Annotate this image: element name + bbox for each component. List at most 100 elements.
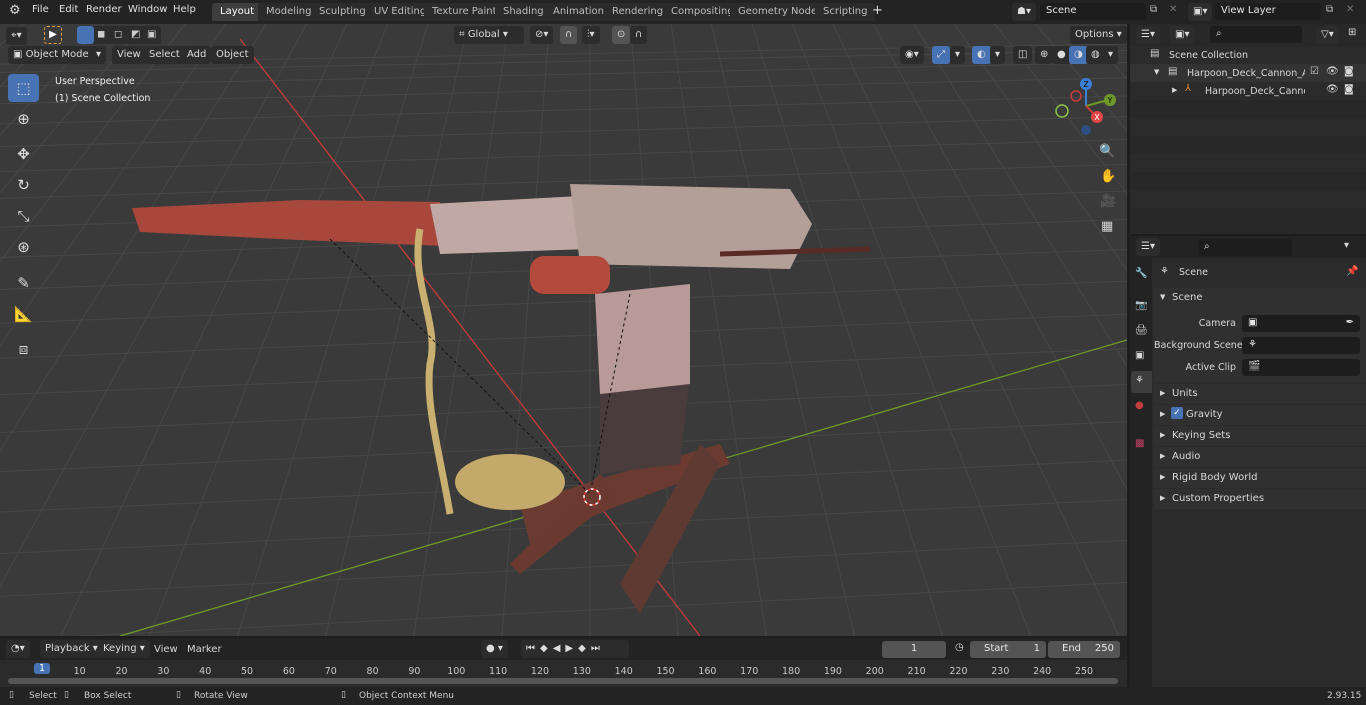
expand-arrow-icon[interactable]: ▶ xyxy=(1172,86,1177,94)
menu-render[interactable]: Render xyxy=(86,4,122,15)
gizmo-dropdown[interactable]: ▾ xyxy=(950,46,966,64)
select-invert-icon[interactable]: ◩ xyxy=(131,29,140,40)
output-tab-icon[interactable]: 🖨 xyxy=(1135,325,1148,336)
gizmo-neg-z[interactable] xyxy=(1081,125,1091,135)
eye-icon[interactable]: 👁 xyxy=(1326,84,1339,95)
properties-search-input[interactable]: ⌕ xyxy=(1198,239,1292,256)
viewport-canvas[interactable] xyxy=(0,24,1127,636)
tab-rendering[interactable]: Rendering xyxy=(604,3,672,21)
outliner-row-object[interactable]: ▶ ⅄ Harpoon_Deck_Cannon_/ 👁 ◙ xyxy=(1130,82,1366,100)
outliner-search-input[interactable]: ⌕ xyxy=(1210,26,1302,43)
zoom-icon[interactable]: 🔍 xyxy=(1099,144,1115,159)
timeline-scrollbar[interactable] xyxy=(8,678,1118,684)
properties-editor-type-icon[interactable]: ☰▾ xyxy=(1136,238,1160,256)
tab-shading[interactable]: Shading xyxy=(495,3,552,21)
tool-transform[interactable]: ⊛ xyxy=(8,233,39,261)
mode-dropdown[interactable]: ▣ Object Mode ▾ xyxy=(8,46,106,64)
add-workspace-button[interactable]: + xyxy=(872,3,883,18)
panel-gravity[interactable]: ▶ ✓ Gravity xyxy=(1154,405,1366,425)
panel-keying-sets[interactable]: ▶ Keying Sets xyxy=(1154,426,1366,446)
eyedropper-icon[interactable]: ✒ xyxy=(1346,317,1354,328)
panel-custom-properties[interactable]: ▶ Custom Properties xyxy=(1154,489,1366,509)
tool-select-box[interactable]: ⬚ xyxy=(8,74,39,102)
overlays-toggle-icon[interactable]: ◐ xyxy=(972,46,991,64)
shading-solid-icon[interactable]: ● xyxy=(1052,46,1071,64)
view-layer-browse-icon[interactable]: ▣▾ xyxy=(1188,3,1213,21)
panel-rigid-body-world[interactable]: ▶ Rigid Body World xyxy=(1154,468,1366,488)
render-tab-icon[interactable]: 📷 xyxy=(1135,300,1147,311)
menu-add[interactable]: Add xyxy=(182,46,212,64)
active-clip-field[interactable]: 🎬 xyxy=(1242,359,1360,376)
tool-add-cube[interactable]: ⧈ xyxy=(8,335,39,363)
gizmo-toggle-icon[interactable]: ⤢ xyxy=(932,46,950,64)
snap-target-dropdown[interactable]: ⫶▾ xyxy=(582,26,600,44)
shading-wireframe-icon[interactable]: ⊕ xyxy=(1035,46,1054,64)
pin-icon[interactable]: 📌 xyxy=(1346,266,1358,277)
scene-name-field[interactable]: Scene xyxy=(1040,3,1146,20)
shading-rendered-icon[interactable]: ◍ xyxy=(1086,46,1105,64)
proportional-edit-icon[interactable]: ⊙ xyxy=(612,26,631,44)
shading-material-icon[interactable]: ◑ xyxy=(1069,46,1088,64)
menu-edit[interactable]: Edit xyxy=(59,4,78,15)
view-layer-tab-icon[interactable]: ▣ xyxy=(1135,350,1144,361)
tool-annotate[interactable]: ✎ xyxy=(8,269,39,297)
gizmo-neg-x[interactable] xyxy=(1070,90,1082,102)
tool-measure[interactable]: 📐 xyxy=(8,300,39,328)
tab-sculpting[interactable]: Sculpting xyxy=(311,3,374,21)
menu-view[interactable]: View xyxy=(112,46,146,64)
tab-layout[interactable]: Layout xyxy=(212,3,262,21)
panel-units[interactable]: ▶ Units xyxy=(1154,384,1366,404)
menu-help[interactable]: Help xyxy=(173,4,196,15)
tool-select-icon[interactable]: ▶ xyxy=(44,26,62,44)
expand-arrow-icon[interactable]: ▼ xyxy=(1154,68,1159,76)
scene-browse-icon[interactable]: ☗▾ xyxy=(1012,3,1036,21)
menu-select[interactable]: Select xyxy=(144,46,185,64)
duplicate-view-layer-icon[interactable]: ⧉ xyxy=(1326,4,1333,15)
tab-animation[interactable]: Animation xyxy=(545,3,612,21)
view-layer-field[interactable]: View Layer xyxy=(1215,3,1321,20)
pan-hand-icon[interactable]: ✋ xyxy=(1100,169,1116,184)
transform-orientation-dropdown[interactable]: ⌗ Global ▾ xyxy=(454,26,524,44)
xray-toggle-icon[interactable]: ◫ xyxy=(1013,46,1033,64)
menu-window[interactable]: Window xyxy=(128,4,167,15)
eye-icon[interactable]: 👁 xyxy=(1326,66,1339,77)
menu-object[interactable]: Object xyxy=(211,46,254,64)
editor-type-icon[interactable]: ⌖▾ xyxy=(6,27,27,45)
camera-field[interactable]: ▣ ✒ xyxy=(1242,315,1360,332)
tool-tab-icon[interactable]: 🔧 xyxy=(1135,268,1147,279)
visibility-icon[interactable]: ◉▾ xyxy=(900,46,924,64)
tool-rotate[interactable]: ↻ xyxy=(8,171,39,199)
select-intersect-icon[interactable]: ▣ xyxy=(147,29,156,40)
3d-viewport[interactable]: ⌖▾ ▶ ◼ ◻ ◩ ▣ ⌗ Global ▾ ⊘▾ ∩ ⫶▾ ⊙ ∩ Opti… xyxy=(0,24,1127,636)
shading-dropdown[interactable]: ▾ xyxy=(1103,46,1119,64)
background-scene-field[interactable]: ⚘ xyxy=(1242,337,1360,354)
options-dropdown[interactable]: Options ▾ xyxy=(1070,26,1127,44)
select-subtract-icon[interactable]: ◻ xyxy=(114,29,122,40)
properties-options-icon[interactable]: ▾ xyxy=(1344,240,1349,251)
tool-move[interactable]: ✥ xyxy=(8,140,39,168)
select-extend-icon[interactable]: ◼ xyxy=(97,29,105,40)
scene-panel-title[interactable]: Scene xyxy=(1172,292,1203,303)
panel-audio[interactable]: ▶ Audio xyxy=(1154,447,1366,467)
panel-collapse-icon[interactable]: ▼ xyxy=(1160,293,1165,301)
tool-cursor[interactable]: ⊕ xyxy=(8,105,39,133)
display-mode-icon[interactable]: ▣▾ xyxy=(1170,26,1195,44)
area-divider[interactable] xyxy=(1127,24,1130,687)
close-view-layer-icon[interactable]: ✕ xyxy=(1346,4,1354,15)
menu-file[interactable]: File xyxy=(32,4,49,15)
navigation-gizmo[interactable]: Z Y X xyxy=(1050,74,1120,139)
outliner-editor-type-icon[interactable]: ☰▾ xyxy=(1136,26,1160,44)
scene-tab-icon[interactable]: ⚘ xyxy=(1131,371,1152,393)
blender-logo-icon[interactable]: ⚙ xyxy=(9,3,21,18)
tool-scale[interactable]: ⤡ xyxy=(8,202,39,230)
close-scene-icon[interactable]: ✕ xyxy=(1169,4,1177,15)
world-tab-icon[interactable]: ● xyxy=(1135,400,1144,411)
outliner-row-collection[interactable]: ▼ ▤ Harpoon_Deck_Cannon_Agec ☑ 👁 ◙ xyxy=(1130,64,1366,82)
camera-render-icon[interactable]: ◙ xyxy=(1344,66,1354,77)
exclude-checkbox[interactable]: ☑ xyxy=(1310,66,1319,77)
overlays-dropdown[interactable]: ▾ xyxy=(990,46,1006,64)
duplicate-scene-icon[interactable]: ⧉ xyxy=(1150,4,1157,15)
gravity-checkbox[interactable]: ✓ xyxy=(1171,407,1183,419)
perspective-grid-icon[interactable]: ▦ xyxy=(1101,219,1113,234)
tab-scripting[interactable]: Scripting xyxy=(815,3,876,21)
